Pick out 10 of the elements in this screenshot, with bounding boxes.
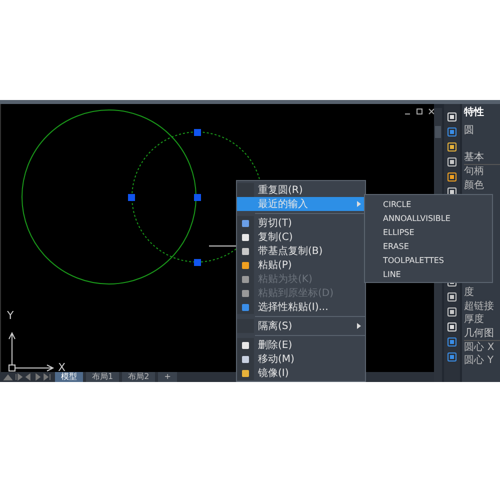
property-label: 超链接: [464, 300, 496, 313]
panel-title: 特性: [464, 106, 486, 120]
property-label: 厚度: [464, 313, 486, 326]
property-label: 圆心 Y: [464, 354, 494, 368]
property-label: 颜色: [464, 178, 486, 192]
y-axis-label: Y: [7, 310, 14, 322]
property-label: 句柄: [464, 165, 486, 178]
property-label: 圆心 X: [464, 340, 496, 354]
x-axis-label: X: [58, 362, 66, 372]
property-label: 度: [464, 286, 476, 300]
